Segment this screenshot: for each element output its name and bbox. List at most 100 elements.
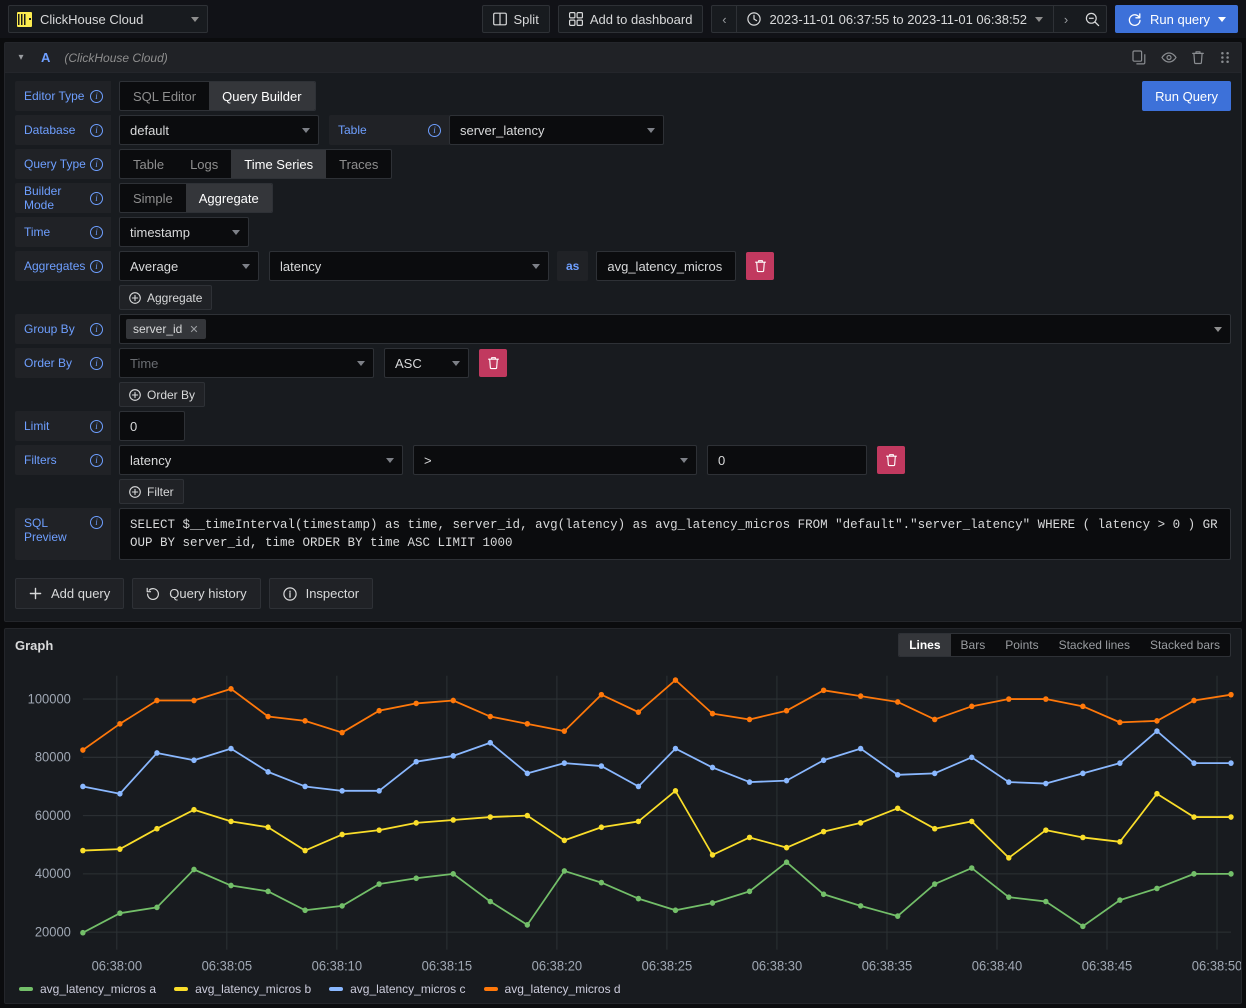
info-icon[interactable]: i [90, 192, 103, 205]
info-icon[interactable]: i [90, 90, 103, 103]
time-range-picker[interactable]: 2023-11-01 06:37:55 to 2023-11-01 06:38:… [736, 6, 1054, 32]
group-by-chip[interactable]: server_id ✕ [126, 319, 206, 339]
add-to-dashboard-button[interactable]: Add to dashboard [558, 5, 704, 33]
filter-operator-select[interactable]: > [413, 445, 697, 475]
limit-input[interactable]: 0 [119, 411, 185, 441]
collapse-chevron-icon[interactable]: ▾ [15, 52, 27, 63]
svg-text:06:38:15: 06:38:15 [422, 958, 472, 973]
editor-type-row: Editor Type i SQL Editor Query Builder R… [15, 81, 1231, 111]
svg-text:100000: 100000 [28, 691, 71, 706]
inspector-button[interactable]: Inspector [269, 578, 373, 609]
svg-text:40000: 40000 [35, 866, 71, 881]
run-query-label: Run query [1150, 12, 1210, 27]
editor-type-label: Editor Type [24, 89, 84, 103]
datasource-picker[interactable]: ClickHouse Cloud [8, 5, 208, 33]
clickhouse-logo-icon [17, 12, 32, 27]
query-footer-actions: Add query Query history Inspector [5, 574, 1241, 621]
trash-icon[interactable] [1191, 50, 1205, 65]
graph-plot-area[interactable]: 2000040000600008000010000006:38:0006:38:… [5, 661, 1241, 977]
order-by-direction-value: ASC [395, 356, 422, 371]
limit-label: Limit [24, 419, 49, 433]
query-type-label-cell: Query Type i [15, 149, 111, 179]
order-by-column-select[interactable]: Time [119, 348, 374, 378]
info-icon[interactable]: i [90, 158, 103, 171]
zoom-out-button[interactable] [1078, 6, 1106, 32]
editor-type-option-query-builder[interactable]: Query Builder [209, 82, 314, 110]
info-icon[interactable]: i [90, 323, 103, 336]
info-icon[interactable]: i [90, 454, 103, 467]
graph-mode-option-bars[interactable]: Bars [951, 634, 996, 656]
time-column-select[interactable]: timestamp [119, 217, 249, 247]
split-button[interactable]: Split [482, 5, 550, 33]
graph-panel-title: Graph [15, 638, 53, 653]
query-type-option-logs[interactable]: Logs [177, 150, 231, 178]
time-shift-forward-button[interactable]: › [1054, 6, 1078, 32]
legend-item[interactable]: avg_latency_micros a [19, 982, 156, 996]
info-icon[interactable]: i [90, 226, 103, 239]
copy-icon[interactable] [1132, 50, 1147, 65]
builder-mode-option-simple[interactable]: Simple [120, 184, 186, 212]
info-icon[interactable]: i [90, 357, 103, 370]
run-query-inline-button[interactable]: Run Query [1142, 81, 1231, 111]
legend-item[interactable]: avg_latency_micros c [329, 982, 465, 996]
eye-icon[interactable] [1161, 50, 1177, 65]
remove-order-by-button[interactable] [479, 349, 507, 377]
legend-item[interactable]: avg_latency_micros d [484, 982, 621, 996]
info-icon[interactable]: i [428, 124, 441, 137]
query-history-button[interactable]: Query history [132, 578, 260, 609]
graph-mode-radio-group: Lines Bars Points Stacked lines Stacked … [898, 633, 1231, 657]
add-filter-row: Filter [15, 479, 1231, 504]
query-type-radio-group: Table Logs Time Series Traces [119, 149, 392, 179]
remove-aggregate-button[interactable] [746, 252, 774, 280]
info-icon[interactable]: i [90, 420, 103, 433]
aggregate-as-label: as [557, 251, 588, 281]
add-query-button[interactable]: Add query [15, 578, 124, 609]
chevron-down-icon [357, 361, 365, 366]
add-filter-button[interactable]: Filter [119, 479, 184, 504]
graph-panel-header: Graph Lines Bars Points Stacked lines St… [5, 629, 1241, 661]
time-label-cell: Time i [15, 217, 111, 247]
group-by-label: Group By [24, 322, 75, 336]
chevron-down-icon [532, 264, 540, 269]
order-by-direction-select[interactable]: ASC [384, 348, 469, 378]
graph-mode-option-stacked-lines[interactable]: Stacked lines [1049, 634, 1140, 656]
editor-type-option-sql-editor[interactable]: SQL Editor [120, 82, 209, 110]
add-order-by-row: Order By [15, 382, 1231, 407]
query-type-option-table[interactable]: Table [120, 150, 177, 178]
svg-text:06:38:00: 06:38:00 [92, 958, 142, 973]
aggregate-function-select[interactable]: Average [119, 251, 259, 281]
remove-chip-icon[interactable]: ✕ [189, 323, 198, 336]
info-icon[interactable]: i [90, 260, 103, 273]
query-type-option-traces[interactable]: Traces [326, 150, 391, 178]
builder-mode-option-aggregate[interactable]: Aggregate [186, 184, 272, 212]
add-aggregate-button[interactable]: Aggregate [119, 285, 212, 310]
query-type-label: Query Type [24, 157, 86, 171]
chevron-down-icon [647, 128, 655, 133]
aggregate-column-select[interactable]: latency [269, 251, 549, 281]
table-label: Table [338, 123, 367, 137]
sql-preview-text[interactable]: SELECT $__timeInterval(timestamp) as tim… [119, 508, 1231, 560]
run-query-button[interactable]: Run query [1115, 5, 1238, 33]
info-icon[interactable]: i [90, 124, 103, 137]
database-select[interactable]: default [119, 115, 319, 145]
drag-handle-icon[interactable] [1219, 50, 1231, 65]
svg-text:06:38:40: 06:38:40 [972, 958, 1022, 973]
inspector-label: Inspector [306, 586, 359, 601]
group-by-multiselect[interactable]: server_id ✕ [119, 314, 1231, 344]
graph-mode-option-points[interactable]: Points [995, 634, 1048, 656]
legend-item[interactable]: avg_latency_micros b [174, 982, 311, 996]
graph-mode-option-stacked-bars[interactable]: Stacked bars [1140, 634, 1230, 656]
info-icon[interactable]: i [90, 516, 103, 529]
table-select[interactable]: server_latency [449, 115, 664, 145]
filter-operator-value: > [424, 453, 432, 468]
timeseries-chart[interactable]: 2000040000600008000010000006:38:0006:38:… [5, 661, 1241, 977]
svg-text:06:38:20: 06:38:20 [532, 958, 582, 973]
query-type-option-time-series[interactable]: Time Series [231, 150, 326, 178]
time-shift-back-button[interactable]: ‹ [712, 6, 736, 32]
filter-value-input[interactable]: 0 [707, 445, 867, 475]
aggregate-alias-input[interactable]: avg_latency_micros [596, 251, 736, 281]
remove-filter-button[interactable] [877, 446, 905, 474]
graph-mode-option-lines[interactable]: Lines [899, 634, 950, 656]
filter-column-select[interactable]: latency [119, 445, 403, 475]
add-order-by-button[interactable]: Order By [119, 382, 205, 407]
